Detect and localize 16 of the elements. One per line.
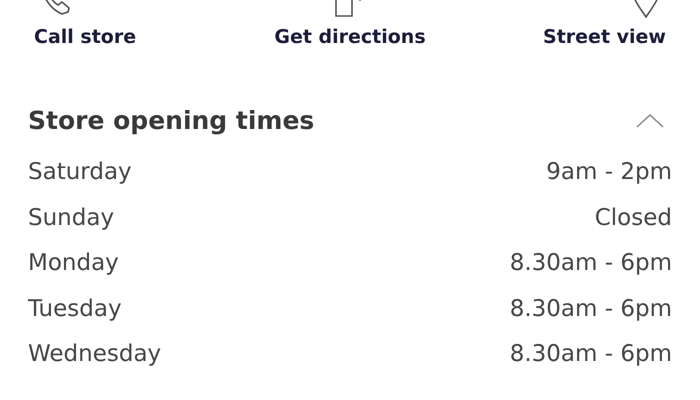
collapse-toggle[interactable] [636, 112, 664, 128]
day-label: Saturday [28, 161, 132, 184]
day-label: Sunday [28, 206, 114, 230]
opening-hours: 8.30am - 6pm [510, 298, 672, 320]
day-label: Tuesday [28, 298, 122, 320]
chevron-up-icon [636, 112, 664, 128]
opening-hours: 9am - 2pm [546, 161, 672, 184]
section-title: Store opening times [28, 106, 314, 135]
day-label: Wednesday [28, 343, 162, 366]
action-button[interactable]: Get directions [233, 0, 467, 48]
action-button[interactable]: Street view [466, 0, 700, 48]
day-label: Monday [28, 252, 119, 275]
opening-hours: 8.30am - 6pm [510, 343, 672, 366]
opening-hours: Closed [594, 206, 672, 230]
action-button[interactable]: Call store [0, 0, 234, 48]
opening-hours: 8.30am - 6pm [510, 252, 672, 275]
